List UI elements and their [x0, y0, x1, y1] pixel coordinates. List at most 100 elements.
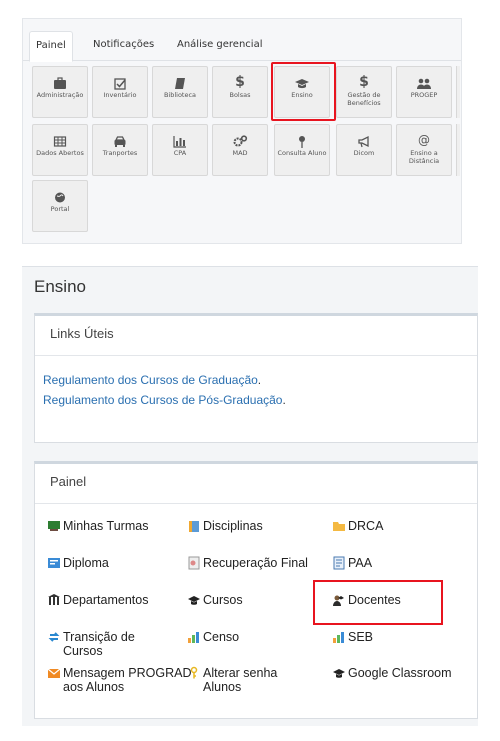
globe-icon — [33, 189, 87, 203]
card-header: Painel — [35, 464, 477, 504]
briefcase-icon — [33, 75, 87, 89]
item-disciplinas[interactable]: Disciplinas — [187, 519, 263, 533]
tile-label: Gestão de Benefícios — [347, 91, 381, 107]
item-label: Transição de Cursos — [63, 630, 135, 658]
diploma-icon — [47, 556, 61, 570]
tile-progep[interactable]: PROGEP — [396, 66, 452, 118]
tile-portal[interactable]: Portal — [32, 180, 88, 232]
tile-cpa[interactable]: CPA — [152, 124, 208, 176]
item-censo[interactable]: Censo — [187, 630, 239, 644]
item-mensagem-prograd[interactable]: Mensagem PROGRAD aos Alunos — [47, 666, 192, 694]
item-cursos[interactable]: Cursos — [187, 593, 243, 607]
item-label: Diploma — [63, 556, 109, 570]
tile-label: PROGEP — [410, 91, 438, 99]
tile-label: MAD — [232, 149, 248, 157]
item-label: Minhas Turmas — [63, 519, 149, 533]
tile-overflow-edge — [456, 124, 460, 176]
item-label: Censo — [203, 630, 240, 644]
tab-analise-gerencial[interactable]: Análise gerencial — [171, 31, 268, 62]
item-label: Mensagem PROGRAD aos Alunos — [63, 666, 192, 694]
item-recuperacao-final[interactable]: Recuperação Final — [187, 556, 308, 570]
item-label: Departamentos — [63, 593, 149, 607]
bar-chart-icon — [153, 133, 207, 148]
item-label: SEB — [348, 630, 374, 644]
table-icon — [33, 133, 87, 147]
envelope-icon — [47, 666, 61, 680]
recovery-icon — [187, 556, 201, 570]
item-seb[interactable]: SEB — [332, 630, 373, 644]
disciplines-icon — [187, 519, 201, 533]
item-drca[interactable]: DRCA — [332, 519, 383, 533]
item-diploma[interactable]: Diploma — [47, 556, 109, 570]
tile-label: Dados Abertos — [36, 149, 84, 157]
item-google-classroom[interactable]: Google Classroom — [332, 666, 452, 680]
tile-mad[interactable]: MAD — [212, 124, 268, 176]
at-icon: @ — [418, 133, 430, 147]
tile-administracao[interactable]: Administração — [32, 66, 88, 118]
highlight-docentes — [313, 580, 443, 625]
checkbox-icon — [93, 75, 147, 90]
departments-icon — [47, 593, 61, 607]
item-label: Google Classroom — [348, 666, 452, 680]
tile-biblioteca[interactable]: Biblioteca — [152, 66, 208, 118]
item-transicao-cursos[interactable]: Transição de Cursos — [47, 630, 157, 658]
links-list: Regulamento dos Cursos de Graduação. Reg… — [35, 356, 477, 410]
tile-label: Ensino a Distância — [408, 149, 440, 165]
item-minhas-turmas[interactable]: Minhas Turmas — [47, 519, 148, 533]
pin-icon — [275, 133, 329, 148]
census-chart-icon — [187, 630, 201, 644]
folder-icon — [332, 519, 346, 533]
tile-dados-abertos[interactable]: Dados Abertos — [32, 124, 88, 176]
book-icon — [153, 75, 207, 89]
tab-bar: Painel Notificações Análise gerencial — [23, 19, 461, 62]
item-label: Alterar senha Alunos — [203, 666, 278, 694]
car-icon — [93, 133, 147, 147]
tile-label: Consulta Aluno — [277, 149, 327, 157]
tile-label: Biblioteca — [163, 91, 197, 99]
tile-bolsas[interactable]: $ Bolsas — [212, 66, 268, 118]
tile-label: CPA — [173, 149, 187, 157]
tile-label: Dicom — [353, 149, 375, 157]
tile-inventario[interactable]: Inventário — [92, 66, 148, 118]
graduation-cap-icon — [187, 593, 201, 607]
ensino-section: Ensino Links Úteis Regulamento dos Curso… — [22, 266, 478, 726]
bullhorn-icon — [337, 133, 391, 148]
item-label: Disciplinas — [203, 519, 263, 533]
gears-icon — [213, 133, 267, 147]
tile-label: Bolsas — [229, 91, 251, 99]
tile-dicom[interactable]: Dicom — [336, 124, 392, 176]
tile-label: Portal — [50, 205, 70, 213]
link-regulamento-graduacao[interactable]: Regulamento dos Cursos de Graduação — [43, 373, 258, 387]
section-title: Ensino — [34, 277, 86, 296]
tab-painel[interactable]: Painel — [29, 31, 73, 62]
link-regulamento-pos-graduacao[interactable]: Regulamento dos Cursos de Pós-Graduação — [43, 393, 282, 407]
key-icon — [187, 666, 201, 680]
item-label: DRCA — [348, 519, 384, 533]
item-departamentos[interactable]: Departamentos — [47, 593, 148, 607]
highlight-ensino-tile — [271, 62, 336, 121]
card-header: Links Úteis — [35, 316, 477, 356]
dollar-icon: $ — [359, 74, 369, 90]
tile-ensino-distancia[interactable]: @ Ensino a Distância — [396, 124, 452, 176]
tile-label: Tranportes — [102, 149, 138, 157]
seb-chart-icon — [332, 630, 346, 644]
dollar-icon: $ — [235, 74, 245, 90]
links-uteis-card: Links Úteis Regulamento dos Cursos de Gr… — [34, 313, 478, 443]
item-label: PAA — [348, 556, 373, 570]
item-label: Recuperação Final — [203, 556, 308, 570]
period: . — [282, 393, 286, 407]
item-paa[interactable]: PAA — [332, 556, 372, 570]
tile-tranportes[interactable]: Tranportes — [92, 124, 148, 176]
tile-consulta-aluno[interactable]: Consulta Aluno — [274, 124, 330, 176]
tile-overflow-edge — [456, 66, 460, 118]
item-label: Cursos — [203, 593, 243, 607]
item-alterar-senha[interactable]: Alterar senha Alunos — [187, 666, 297, 694]
tile-gestao-beneficios[interactable]: $ Gestão de Benefícios — [336, 66, 392, 118]
tab-notificacoes[interactable]: Notificações — [87, 31, 160, 62]
transition-icon — [47, 630, 61, 644]
document-icon — [332, 556, 346, 570]
users-icon — [397, 75, 451, 89]
classroom-icon — [47, 519, 61, 533]
tile-label: Administração — [36, 91, 84, 99]
graduation-cap-icon — [332, 666, 346, 680]
